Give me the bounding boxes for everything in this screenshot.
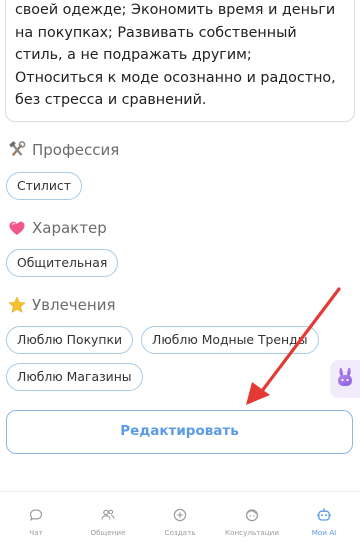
- profession-section-title: Профессия: [8, 141, 119, 159]
- description-text: своей одежде; Экономить время и деньги н…: [15, 2, 336, 108]
- face-icon: [245, 508, 259, 522]
- tab-chat[interactable]: Чат: [0, 492, 72, 542]
- description-card: своей одежде; Экономить время и деньги н…: [5, 0, 355, 122]
- rabbit-icon: [335, 366, 355, 392]
- hobbies-title: Увлечения: [32, 296, 116, 314]
- tab-consultations[interactable]: Консультации: [216, 492, 288, 542]
- tab-label: Консультации: [224, 528, 280, 537]
- tab-label: Чат: [29, 528, 43, 537]
- bottom-tab-bar: Чат Общение Создать Консультации Мои AI: [0, 491, 360, 542]
- hobby-tag[interactable]: Люблю Магазины: [6, 363, 143, 391]
- tab-communication[interactable]: Общение: [72, 492, 144, 542]
- hobby-tag[interactable]: Люблю Покупки: [6, 326, 134, 354]
- tab-label: Мои AI: [311, 528, 337, 537]
- hobby-tag[interactable]: Люблю Модные Тренды: [141, 326, 319, 354]
- profession-title: Профессия: [32, 141, 120, 159]
- character-section-title: Характер: [8, 219, 107, 237]
- floating-assistant-button[interactable]: [330, 360, 360, 398]
- character-title: Характер: [32, 219, 107, 237]
- edit-button[interactable]: Редактировать: [6, 410, 353, 454]
- profession-tag[interactable]: Стилист: [6, 172, 82, 200]
- robot-icon: [317, 508, 331, 522]
- tab-create[interactable]: Создать: [144, 492, 216, 542]
- hobbies-tags-row-2: Люблю Магазины: [6, 363, 151, 391]
- hobbies-section-title: Увлечения: [8, 296, 115, 314]
- hobbies-tags-row-1: Люблю Покупки Люблю Модные Тренды: [6, 326, 327, 354]
- profession-tags: Стилист: [6, 172, 90, 200]
- hammer-wrench-icon: [8, 141, 26, 159]
- tab-label: Создать: [164, 528, 196, 537]
- tab-my-ai[interactable]: Мои AI: [288, 492, 360, 542]
- character-tag[interactable]: Общительная: [6, 249, 119, 277]
- star-icon: [8, 296, 26, 314]
- tab-label: Общение: [90, 528, 126, 537]
- people-icon: [101, 508, 115, 522]
- plus-circle-icon: [173, 508, 187, 522]
- ai-profile-screen: своей одежде; Экономить время и деньги н…: [0, 0, 360, 542]
- chat-bubble-icon: [29, 508, 43, 522]
- character-tags: Общительная: [6, 249, 126, 277]
- pink-heart-icon: [8, 219, 26, 237]
